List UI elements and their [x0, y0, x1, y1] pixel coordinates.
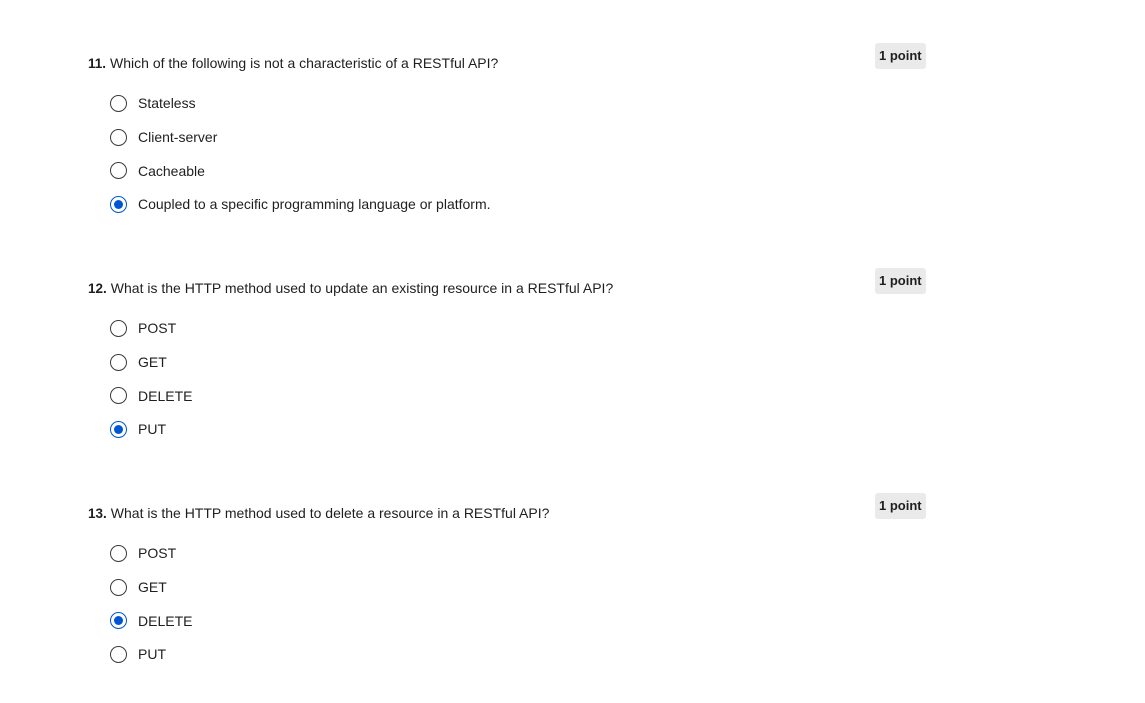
- option[interactable]: DELETE: [110, 604, 192, 637]
- question-12: 12. What is the HTTP method used to updat…: [0, 268, 1145, 478]
- option-label: POST: [138, 320, 177, 336]
- question-11: 11. Which of the following is not a chara…: [0, 43, 1145, 253]
- option-label: PUT: [138, 646, 166, 662]
- question-number: 11.: [88, 56, 107, 71]
- option-label: DELETE: [138, 387, 193, 404]
- option[interactable]: Stateless: [110, 86, 491, 120]
- question-text: What is the HTTP method used to delete a…: [110, 505, 550, 521]
- radio-button[interactable]: [110, 578, 127, 596]
- points-badge: 1 point: [875, 43, 926, 69]
- option[interactable]: Coupled to a specific programming langua…: [110, 187, 491, 221]
- radio-button[interactable]: [110, 94, 127, 112]
- option[interactable]: POST: [110, 311, 192, 345]
- question-number: 13.: [88, 506, 107, 521]
- radio-button[interactable]: [110, 420, 127, 438]
- option-label: DELETE: [138, 612, 193, 629]
- points-badge: 1 point: [875, 268, 926, 294]
- option-label: Cacheable: [138, 162, 205, 179]
- radio-button[interactable]: [110, 195, 127, 213]
- option[interactable]: Client-server: [110, 120, 491, 154]
- options-list: POST GET DELETE PUT: [110, 311, 192, 446]
- option-label: Client-server: [138, 129, 218, 145]
- options-list: POST GET DELETE PUT: [110, 536, 192, 671]
- option[interactable]: Cacheable: [110, 154, 491, 187]
- option[interactable]: DELETE: [110, 379, 192, 412]
- option-label: GET: [138, 579, 167, 595]
- radio-button[interactable]: [110, 645, 127, 663]
- question-text: What is the HTTP method used to update a…: [110, 280, 614, 296]
- option[interactable]: PUT: [110, 412, 192, 446]
- radio-button[interactable]: [110, 544, 127, 562]
- radio-button[interactable]: [110, 387, 127, 404]
- question-13: 13. What is the HTTP method used to delet…: [0, 493, 1145, 703]
- option-label: PUT: [138, 421, 166, 437]
- points-badge: 1 point: [875, 493, 926, 519]
- options-list: Stateless Client-server Cacheable Couple…: [110, 86, 491, 221]
- question-header: 13. What is the HTTP method used to delet…: [88, 503, 549, 524]
- question-header: 12. What is the HTTP method used to updat…: [88, 278, 613, 299]
- option-label: POST: [138, 545, 177, 561]
- option-label: Stateless: [138, 95, 196, 111]
- option-label: Coupled to a specific programming langua…: [138, 196, 491, 212]
- option[interactable]: POST: [110, 536, 192, 570]
- option[interactable]: GET: [110, 345, 192, 379]
- question-header: 11. Which of the following is not a chara…: [88, 53, 498, 74]
- option[interactable]: PUT: [110, 637, 192, 671]
- question-text: Which of the following is not a characte…: [110, 55, 499, 71]
- radio-button[interactable]: [110, 612, 127, 629]
- radio-button[interactable]: [110, 162, 127, 179]
- radio-button[interactable]: [110, 353, 127, 371]
- question-number: 12.: [88, 281, 107, 296]
- option[interactable]: GET: [110, 570, 192, 604]
- radio-button[interactable]: [110, 319, 127, 337]
- radio-button[interactable]: [110, 128, 127, 146]
- option-label: GET: [138, 354, 167, 370]
